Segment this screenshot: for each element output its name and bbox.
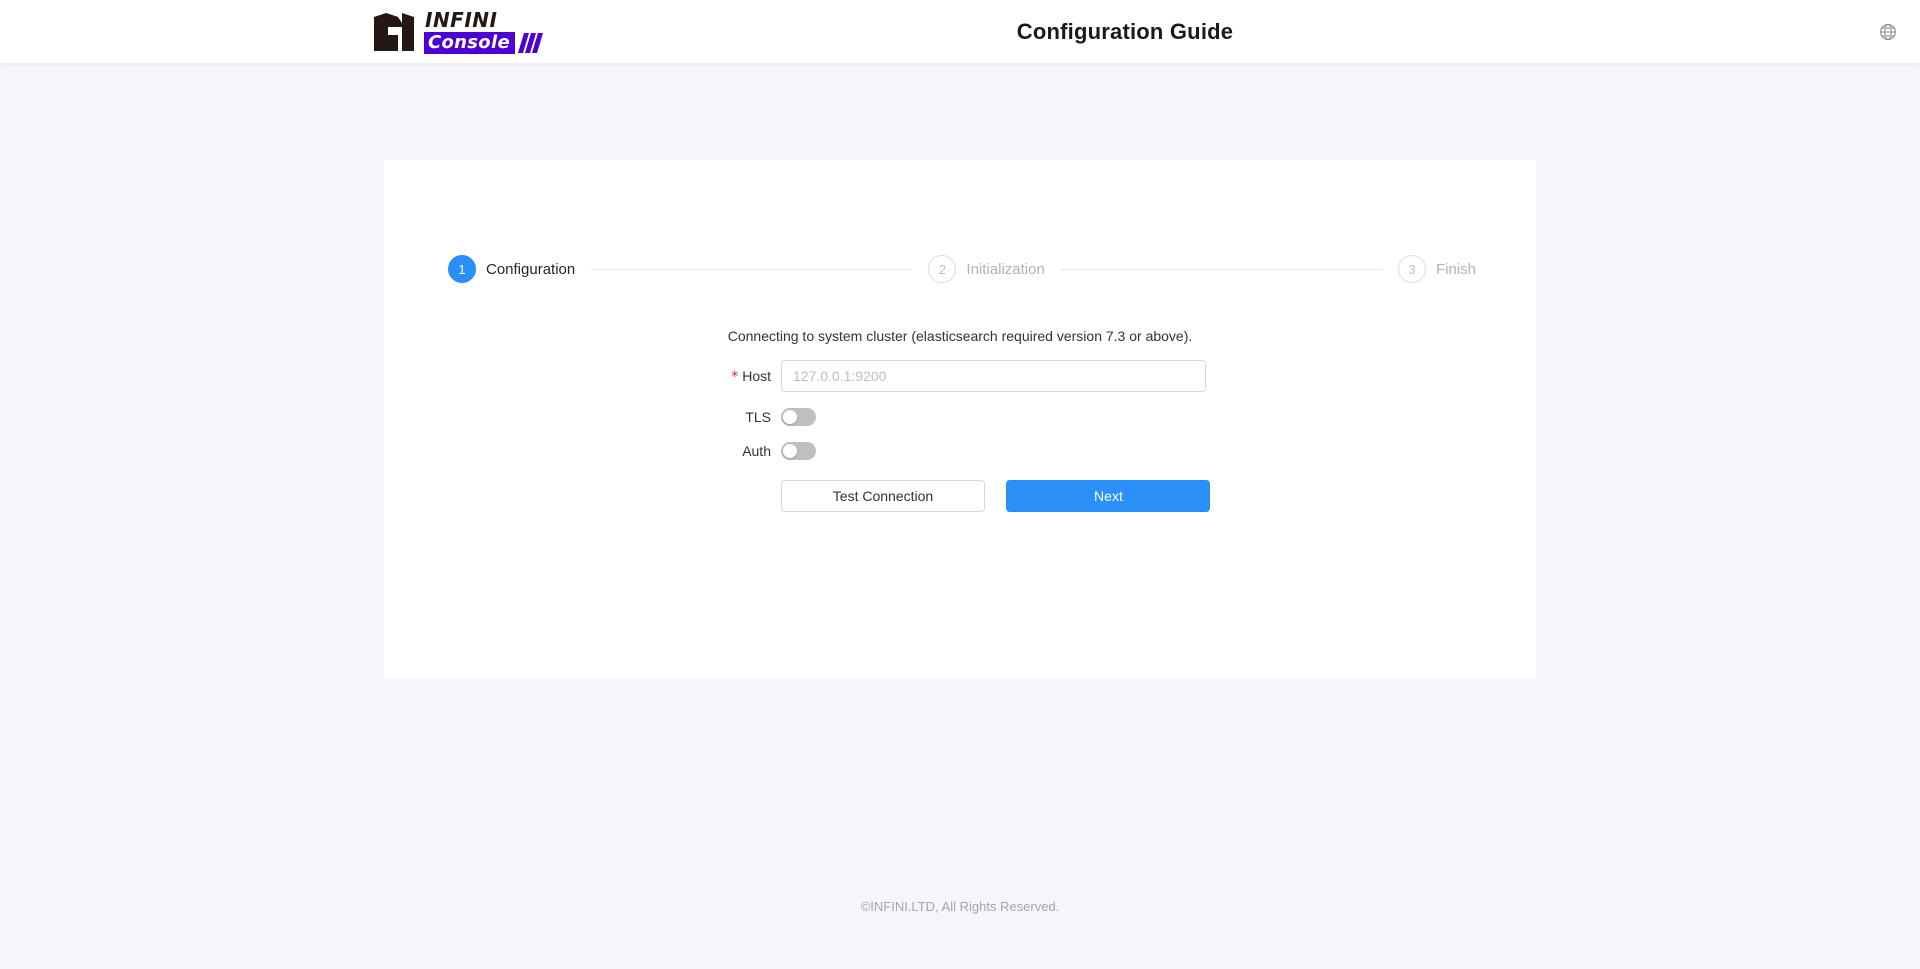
footer-copyright: ©INFINI.LTD, All Rights Reserved.: [860, 899, 1060, 914]
step-label: Configuration: [486, 260, 576, 278]
tls-field-row: TLS: [384, 408, 1536, 426]
step-configuration[interactable]: 1 Configuration: [448, 255, 575, 283]
step-number-icon: 1: [448, 255, 476, 283]
app-header: INFINI Console Configuration Guide: [0, 0, 1920, 63]
form-actions: Test Connection Next: [781, 480, 1211, 512]
tls-control: [781, 408, 816, 426]
auth-field-row: Auth: [384, 442, 1536, 460]
host-label-text: Host: [742, 367, 771, 384]
toggle-knob: [783, 444, 797, 458]
host-label: * Host: [384, 368, 781, 384]
page-title: Configuration Guide: [1016, 18, 1234, 44]
test-connection-button[interactable]: Test Connection: [781, 480, 985, 512]
step-number-icon: 3: [1398, 255, 1426, 283]
step-label: Finish: [1436, 260, 1477, 278]
brand-logo[interactable]: INFINI Console: [372, 10, 544, 54]
logo-brand-bottom-row: Console: [424, 32, 544, 54]
auth-toggle[interactable]: [781, 442, 816, 460]
toggle-knob: [783, 410, 797, 424]
form-description: Connecting to system cluster (elasticsea…: [727, 328, 1193, 344]
form-actions-row: Test Connection Next: [384, 480, 1536, 512]
step-initialization[interactable]: 2 Initialization: [928, 255, 1045, 283]
host-field-row: * Host: [384, 360, 1536, 392]
host-input[interactable]: [781, 360, 1206, 392]
tls-label: TLS: [745, 409, 771, 425]
step-finish[interactable]: 3 Finish: [1398, 255, 1476, 283]
logo-brand-bottom: Console: [424, 32, 515, 54]
next-button[interactable]: Next: [1006, 480, 1211, 512]
step-label: Initialization: [966, 260, 1045, 278]
setup-steps: 1 Configuration 2 Initialization 3 Finis…: [448, 255, 1476, 283]
logo-brand-top: INFINI: [425, 8, 498, 32]
tls-toggle[interactable]: [781, 408, 816, 426]
cluster-config-form: *Host TLS Auth: [384, 360, 1536, 528]
logo-slashes-icon: [514, 32, 544, 54]
auth-control: [781, 442, 816, 460]
auth-label: Auth: [742, 443, 771, 459]
logo-wordmark: INFINI Console: [424, 10, 544, 54]
step-connector: [1060, 269, 1382, 270]
host-control: [781, 360, 1206, 392]
infini-n-logo-icon: [372, 11, 418, 53]
required-asterisk-icon: *: [731, 369, 739, 386]
step-connector: [591, 269, 913, 270]
step-number-icon: 2: [928, 255, 957, 283]
globe-icon[interactable]: [1876, 20, 1900, 44]
page-body: 1 Configuration 2 Initialization 3 Finis…: [0, 63, 1920, 969]
configuration-guide-card: 1 Configuration 2 Initialization 3 Finis…: [384, 160, 1536, 678]
